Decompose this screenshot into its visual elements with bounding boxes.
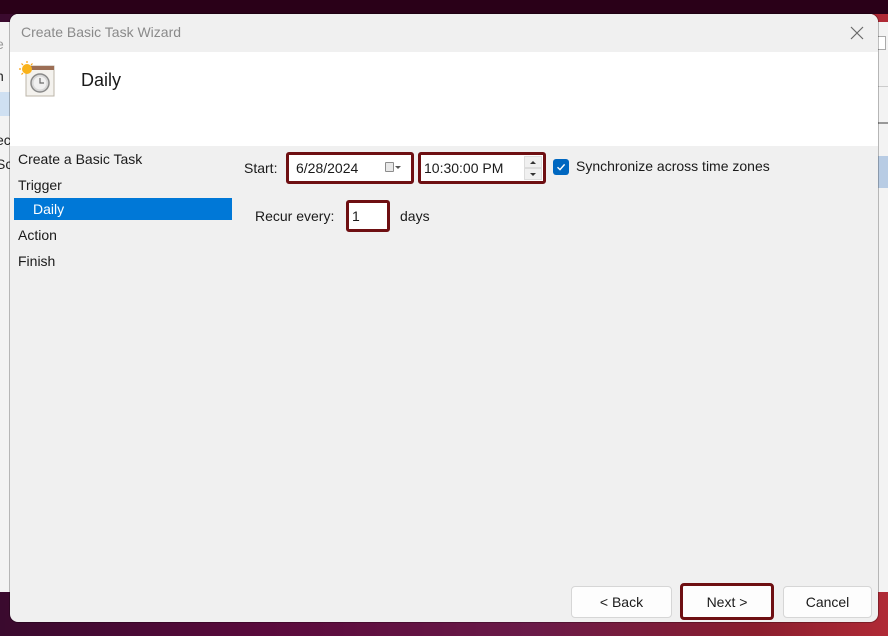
synchronize-time-zones-label[interactable]: Synchronize across time zones <box>576 158 770 174</box>
nav-item-trigger[interactable]: Trigger <box>14 174 232 196</box>
close-button[interactable] <box>842 19 872 47</box>
calendar-icon <box>385 162 394 172</box>
create-basic-task-wizard-dialog: Create Basic Task Wizard Daily Create a … <box>10 14 878 622</box>
desktop-wallpaper <box>0 0 888 14</box>
nav-item-daily[interactable]: Daily <box>14 198 232 220</box>
cancel-button-label: Cancel <box>805 594 850 610</box>
chevron-down-icon <box>395 165 401 169</box>
wizard-steps-nav: Create a Basic Task Trigger Daily Action… <box>10 146 236 566</box>
time-decrement-button[interactable] <box>524 168 542 180</box>
start-label: Start: <box>244 160 278 176</box>
time-spinner <box>524 156 542 180</box>
task-scheduler-clock-icon <box>19 61 55 97</box>
dialog-title: Create Basic Task Wizard <box>21 24 182 40</box>
next-button[interactable]: Next > <box>680 583 774 620</box>
nav-item-create-basic-task[interactable]: Create a Basic Task <box>14 148 232 170</box>
start-date-picker[interactable]: 6/28/2024 <box>286 152 414 184</box>
recur-unit-label: days <box>400 208 430 224</box>
arrow-up-icon <box>530 160 536 164</box>
recur-days-value: 1 <box>352 208 360 224</box>
nav-item-label: Daily <box>33 201 65 217</box>
start-time-field[interactable]: 10:30:00 PM <box>418 152 546 184</box>
next-button-label: Next > <box>706 593 748 610</box>
synchronize-time-zones-checkbox[interactable] <box>553 159 569 175</box>
start-date-value: 6/28/2024 <box>296 160 359 176</box>
title-bar: Create Basic Task Wizard <box>10 14 878 52</box>
start-time-value: 10:30:00 PM <box>424 160 504 176</box>
nav-item-action[interactable]: Action <box>14 224 232 246</box>
close-icon <box>850 26 864 40</box>
nav-item-label: Finish <box>18 253 56 269</box>
wizard-header: Daily <box>10 52 878 146</box>
arrow-down-icon <box>530 172 536 176</box>
nav-item-label: Trigger <box>18 177 62 193</box>
nav-item-label: Create a Basic Task <box>18 151 143 167</box>
back-button-label: < Back <box>599 594 644 610</box>
recur-every-label: Recur every: <box>255 208 335 224</box>
page-title: Daily <box>81 70 122 90</box>
time-increment-button[interactable] <box>524 156 542 168</box>
recur-days-input[interactable]: 1 <box>346 200 390 232</box>
checkmark-icon <box>557 163 566 171</box>
back-button[interactable]: < Back <box>571 586 672 618</box>
nav-item-finish[interactable]: Finish <box>14 250 232 272</box>
cancel-button[interactable]: Cancel <box>783 586 872 618</box>
background-text: e <box>0 36 4 52</box>
background-text: n <box>0 68 4 84</box>
calendar-dropdown-button[interactable] <box>385 162 401 172</box>
nav-item-label: Action <box>18 227 57 243</box>
